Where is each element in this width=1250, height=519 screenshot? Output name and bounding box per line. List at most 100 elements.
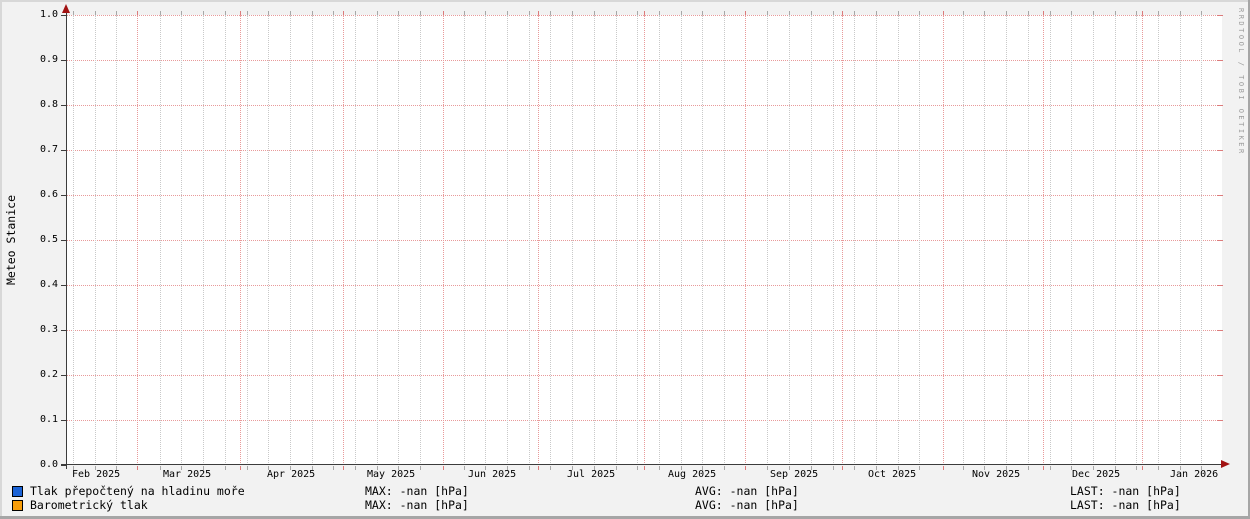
v-gridline-minor <box>767 15 768 465</box>
grid-tick-top <box>1043 11 1044 15</box>
v-gridline-minor <box>854 15 855 465</box>
grid-layer: 0.0 0.1 0.2 0.3 0.4 0.5 0.6 0.7 0.8 0.9 1.0 Feb 202… <box>0 0 1250 519</box>
v-gridline-minor <box>485 15 486 465</box>
grid-tick-top <box>876 11 877 15</box>
grid-tick-top <box>702 11 703 15</box>
grid-tick-top <box>398 11 399 15</box>
v-gridline-major <box>1043 15 1044 465</box>
grid-tick-top <box>943 11 944 15</box>
grid-tick-bottom <box>833 466 834 470</box>
frame-border-left <box>0 0 2 519</box>
grid-tick-bottom <box>1158 466 1159 470</box>
h-grid-right-tick <box>1217 375 1223 376</box>
v-gridline-major <box>137 15 138 465</box>
grid-tick-bottom <box>443 466 444 470</box>
grid-tick-top <box>333 11 334 15</box>
v-gridline-minor <box>420 15 421 465</box>
h-grid-right-tick <box>1217 195 1223 196</box>
grid-tick-top <box>833 11 834 15</box>
v-gridline-minor <box>984 15 985 465</box>
grid-tick-bottom <box>247 466 248 470</box>
x-axis-line <box>61 464 1222 465</box>
grid-tick-bottom <box>659 466 660 470</box>
v-gridline-minor <box>876 15 877 465</box>
grid-tick-top <box>1201 11 1202 15</box>
legend-stat-max: MAX: -nan [hPa] <box>365 484 469 498</box>
h-grid-right-tick <box>1217 105 1223 106</box>
v-gridline-minor <box>789 15 790 465</box>
v-gridline-minor <box>290 15 291 465</box>
grid-tick-top <box>1142 11 1143 15</box>
x-tick-label: Jul 2025 <box>567 469 616 480</box>
y-tick-label: 0.0 <box>39 459 58 470</box>
grid-tick-top <box>811 11 812 15</box>
v-gridline-minor <box>225 15 226 465</box>
v-gridline-minor <box>702 15 703 465</box>
grid-tick-top <box>594 11 595 15</box>
legend-stat-max: MAX: -nan [hPa] <box>365 498 469 512</box>
grid-tick-top <box>203 11 204 15</box>
legend-series-label: Barometrický tlak <box>30 498 148 512</box>
v-gridline-major <box>240 15 241 465</box>
v-gridline-minor <box>1071 15 1072 465</box>
v-gridline-minor <box>637 15 638 465</box>
x-tick-label: Nov 2025 <box>972 469 1021 480</box>
grid-tick-top <box>1115 11 1116 15</box>
h-grid-right-tick <box>1217 60 1223 61</box>
grid-tick-bottom <box>240 466 241 470</box>
y-tick-label: 0.1 <box>39 414 58 425</box>
grid-tick-bottom <box>637 466 638 470</box>
grid-tick-bottom <box>842 466 843 470</box>
x-tick-label: Aug 2025 <box>668 469 717 480</box>
grid-tick-bottom <box>963 466 964 470</box>
v-gridline-minor <box>1158 15 1159 465</box>
grid-tick-bottom <box>644 466 645 470</box>
y-tick-label: 0.3 <box>39 324 58 335</box>
x-axis-arrow-icon <box>1221 460 1230 468</box>
y-tick-label: 0.6 <box>39 189 58 200</box>
grid-tick-top <box>507 11 508 15</box>
grid-tick-bottom <box>137 466 138 470</box>
grid-tick-top <box>1180 11 1181 15</box>
v-gridline-minor <box>73 15 74 465</box>
v-gridline-minor <box>1180 15 1181 465</box>
v-gridline-minor <box>247 15 248 465</box>
grid-tick-top <box>160 11 161 15</box>
grid-tick-top <box>225 11 226 15</box>
grid-tick-top <box>767 11 768 15</box>
v-gridline-minor <box>464 15 465 465</box>
v-gridline-minor <box>550 15 551 465</box>
grid-tick-top <box>1028 11 1029 15</box>
h-grid-right-tick <box>1217 15 1223 16</box>
grid-tick-top <box>984 11 985 15</box>
grid-tick-top <box>290 11 291 15</box>
grid-tick-bottom <box>1028 466 1029 470</box>
v-gridline-minor <box>594 15 595 465</box>
h-grid-right-tick <box>1217 150 1223 151</box>
v-gridline-minor <box>333 15 334 465</box>
y-axis-title: Meteo Stanice <box>4 195 18 286</box>
grid-tick-top <box>919 11 920 15</box>
x-tick-label: Dec 2025 <box>1072 469 1121 480</box>
y-axis-line <box>66 8 67 469</box>
grid-tick-top <box>485 11 486 15</box>
grid-tick-top <box>572 11 573 15</box>
grid-tick-bottom <box>529 466 530 470</box>
grid-tick-top <box>898 11 899 15</box>
grid-tick-bottom <box>1043 466 1044 470</box>
grid-tick-top <box>538 11 539 15</box>
grid-tick-top <box>137 11 138 15</box>
y-tick-label: 0.5 <box>39 234 58 245</box>
grid-tick-top <box>854 11 855 15</box>
grid-tick-bottom <box>1142 466 1143 470</box>
grid-tick-top <box>1071 11 1072 15</box>
grid-tick-top <box>73 11 74 15</box>
grid-tick-top <box>745 11 746 15</box>
v-gridline-minor <box>833 15 834 465</box>
x-tick-label: May 2025 <box>367 469 416 480</box>
rrdtool-graph: 0.0 0.1 0.2 0.3 0.4 0.5 0.6 0.7 0.8 0.9 1.0 Feb 202… <box>0 0 1250 519</box>
grid-tick-bottom <box>854 466 855 470</box>
v-gridline-minor <box>268 15 269 465</box>
v-gridline-minor <box>1050 15 1051 465</box>
grid-tick-bottom <box>333 466 334 470</box>
